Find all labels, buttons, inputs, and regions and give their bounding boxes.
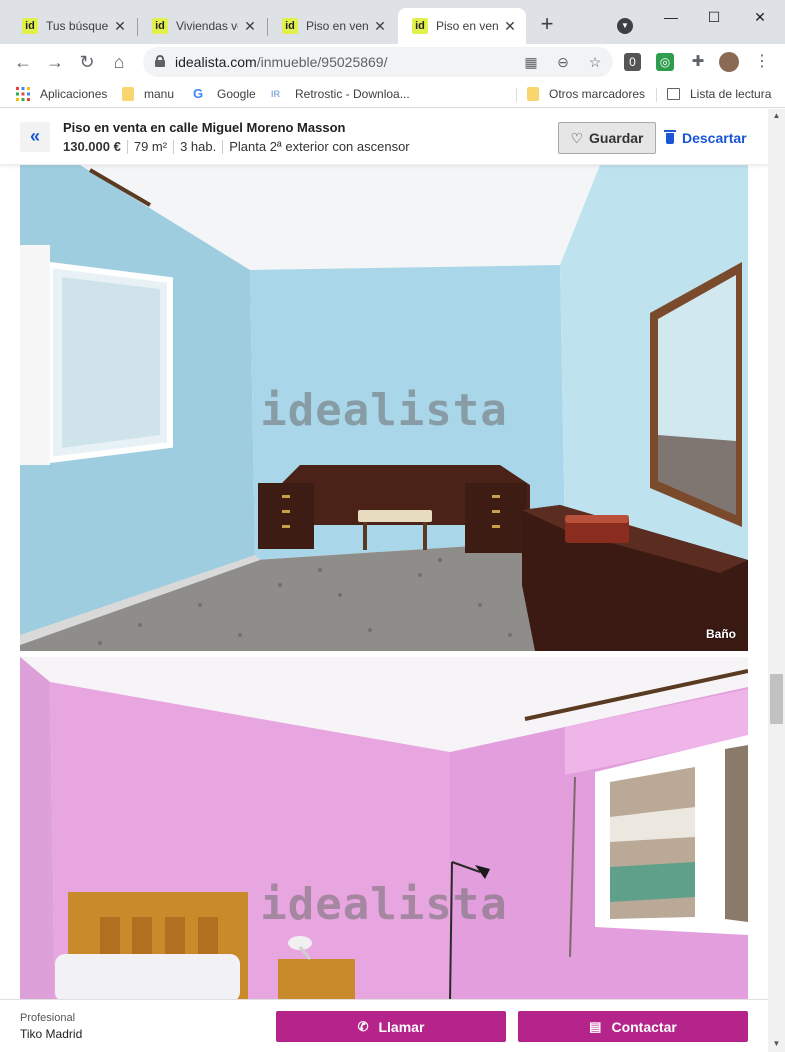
divider [126, 139, 128, 154]
listing-title: Piso en venta en calle Miguel Moreno Mas… [63, 120, 346, 135]
tab-2[interactable]: id Viviendas ve ✕ [138, 8, 266, 44]
tab-3[interactable]: id Piso en vent ✕ [268, 8, 396, 44]
call-label: Llamar [378, 1018, 425, 1035]
idealista-favicon-icon: id [282, 18, 298, 34]
idealista-favicon-icon: id [22, 18, 38, 34]
idealista-watermark: idealista [260, 385, 508, 436]
listing-price: 130.000 € [63, 139, 121, 154]
bookmark-other[interactable]: Otros marcadores [527, 85, 645, 103]
contact-button[interactable]: ▤ Contactar [518, 1011, 748, 1042]
back-arrow-icon[interactable]: ← [11, 50, 35, 74]
extension-green-icon[interactable]: ◎ [656, 53, 674, 71]
retrostic-icon: IR [271, 89, 280, 99]
listing-area: 79 m² [133, 139, 168, 154]
bedroom-photo-image [20, 657, 748, 1002]
bookmark-retrostic[interactable]: IR Retrostic - Downloa... [271, 85, 410, 103]
apps-grid-icon [16, 87, 30, 101]
divider [222, 139, 224, 154]
seller-type: Profesional [20, 1012, 76, 1024]
call-button[interactable]: ✆ Llamar [276, 1011, 506, 1042]
idealista-favicon-icon: id [412, 18, 428, 34]
bookmark-label: Google [217, 87, 256, 101]
url-text[interactable]: idealista.com/inmueble/95025869/ [175, 54, 387, 70]
trash-icon [664, 129, 676, 144]
maximize-button[interactable]: ☐ [703, 6, 725, 28]
tab-4-active[interactable]: id Piso en vent ✕ [398, 8, 526, 44]
scrollbar-thumb[interactable] [770, 674, 783, 724]
tab-search-icon[interactable]: ▼ [617, 18, 633, 34]
google-icon: G [193, 86, 204, 101]
contact-bar: Profesional Tiko Madrid ✆ Llamar ▤ Conta… [0, 999, 768, 1052]
save-button[interactable]: ♡ Guardar [558, 122, 656, 154]
page-scrollbar[interactable]: ▲ ▼ [768, 109, 785, 1052]
bookmark-google[interactable]: G Google [193, 85, 256, 103]
extension-zero-icon[interactable]: 0 [624, 53, 641, 71]
chat-bubble-icon: ▤ [589, 1018, 602, 1034]
new-tab-button[interactable]: + [535, 12, 559, 36]
bookmark-label: Aplicaciones [40, 87, 108, 101]
profile-avatar-icon[interactable] [719, 52, 739, 72]
idealista-watermark: idealista [260, 879, 508, 930]
forward-arrow-icon[interactable]: → [43, 50, 67, 74]
listing-summary: 130.000 € 79 m² 3 hab. Planta 2ª exterio… [63, 139, 410, 154]
bookmark-label: Lista de lectura [690, 87, 772, 101]
phone-icon: ✆ [357, 1018, 369, 1034]
discard-button[interactable]: Descartar [664, 122, 747, 154]
home-icon[interactable]: ⌂ [107, 50, 131, 74]
bookmark-label: Retrostic - Downloa... [295, 87, 410, 101]
reading-list-button[interactable]: Lista de lectura [667, 85, 771, 103]
photo-caption: Baño [706, 627, 736, 641]
browser-menu-icon[interactable]: ⋮ [752, 52, 772, 72]
close-tab-icon[interactable]: ✕ [372, 18, 388, 35]
bookmark-apps[interactable]: Aplicaciones [16, 85, 107, 103]
reading-list-icon [667, 88, 680, 100]
minimize-button[interactable]: — [660, 6, 682, 28]
close-tab-icon[interactable]: ✕ [502, 18, 518, 35]
tab-title: Piso en vent [306, 19, 368, 33]
listing-header: « Piso en venta en calle Miguel Moreno M… [0, 109, 768, 165]
page-content: « Piso en venta en calle Miguel Moreno M… [0, 109, 768, 1052]
back-listing-button[interactable]: « [20, 122, 50, 152]
listing-rooms: 3 hab. [180, 139, 217, 154]
lock-icon[interactable] [155, 55, 165, 67]
bookmark-separator [656, 88, 657, 102]
folder-icon [527, 87, 539, 101]
bookmark-label: Otros marcadores [549, 87, 646, 101]
scroll-up-arrow-icon[interactable]: ▲ [771, 111, 782, 120]
tab-title: Viviendas ve [176, 19, 238, 33]
bookmark-star-icon[interactable]: ☆ [585, 52, 605, 72]
seller-name[interactable]: Tiko Madrid [20, 1027, 82, 1041]
listing-photo[interactable]: idealista [20, 657, 748, 1002]
qr-code-icon[interactable]: ▦ [521, 52, 541, 72]
tab-strip: id Tus búsqued ✕ id Viviendas ve ✕ id Pi… [0, 0, 785, 44]
tab-title: Piso en vent [436, 19, 498, 33]
bookmarks-bar: Aplicaciones manu G Google IR Retrostic … [0, 80, 785, 108]
bookmark-manu[interactable]: manu [122, 85, 174, 103]
listing-photo[interactable]: idealista Baño [20, 165, 748, 651]
scroll-down-arrow-icon[interactable]: ▼ [771, 1039, 782, 1048]
close-tab-icon[interactable]: ✕ [242, 18, 258, 35]
listing-floor: Planta 2ª exterior con ascensor [229, 139, 410, 154]
heart-icon: ♡ [570, 129, 584, 146]
discard-label: Descartar [682, 130, 747, 146]
close-tab-icon[interactable]: ✕ [112, 18, 128, 35]
bookmark-separator [516, 88, 517, 102]
idealista-favicon-icon: id [152, 18, 168, 34]
extensions-puzzle-icon[interactable]: ✚ [688, 52, 708, 72]
save-label: Guardar [589, 130, 644, 146]
reload-icon[interactable]: ↻ [75, 50, 99, 74]
bookmark-label: manu [144, 87, 175, 101]
zoom-icon[interactable]: ⊖ [553, 52, 573, 72]
folder-icon [122, 87, 134, 101]
tab-title: Tus búsqued [46, 19, 108, 33]
tab-1[interactable]: id Tus búsqued ✕ [8, 8, 136, 44]
close-window-button[interactable]: ✕ [749, 6, 771, 28]
contact-label: Contactar [611, 1018, 677, 1035]
address-bar[interactable]: idealista.com/inmueble/95025869/ ▦ ⊖ ☆ [143, 47, 613, 77]
browser-toolbar: ← → ↻ ⌂ idealista.com/inmueble/95025869/… [0, 44, 785, 80]
divider [173, 139, 175, 154]
